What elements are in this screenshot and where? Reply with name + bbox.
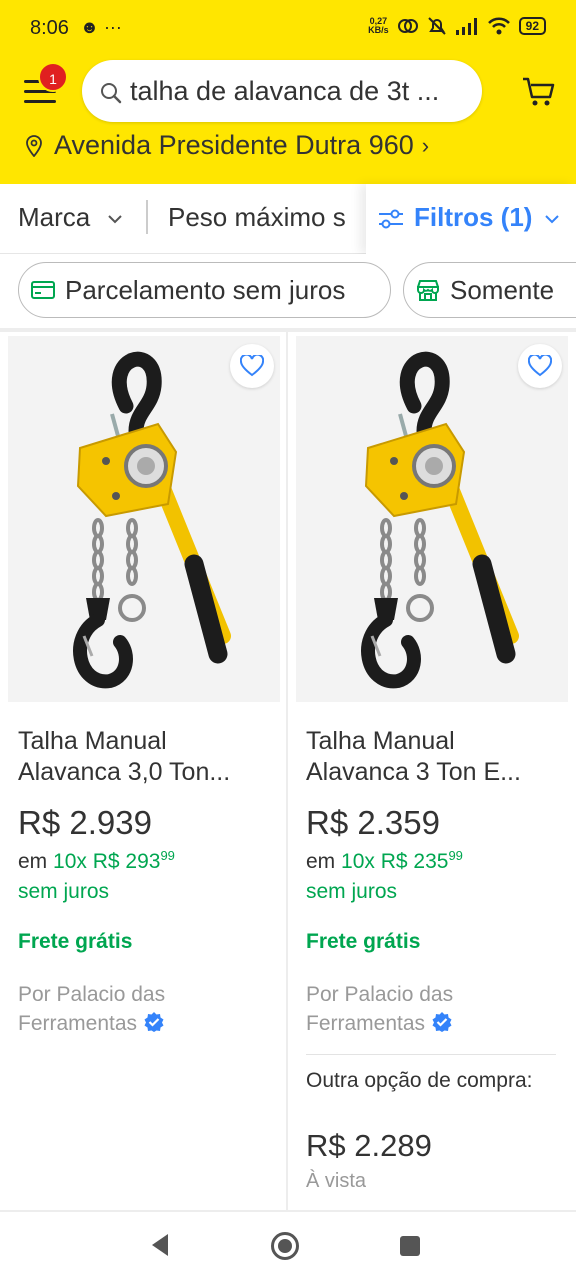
status-bar: 8:06 ☻ ··· 0,27 KB/s 92 <box>0 0 576 58</box>
product-title-line: Alavanca 3,0 Ton... <box>18 758 231 786</box>
recents-icon[interactable] <box>398 1234 422 1258</box>
system-nav-bar <box>0 1212 576 1280</box>
filters-button[interactable]: Filtros (1) <box>366 184 576 254</box>
seller-line: Por Palacio das <box>306 983 454 1006</box>
heart-icon <box>528 355 552 377</box>
chip-only-store[interactable]: Somente <box>403 262 576 318</box>
shipping-address[interactable]: Avenida Presidente Dutra 960 › <box>26 130 429 161</box>
chevron-down-icon <box>108 215 123 224</box>
brand-filter[interactable]: Marca <box>18 202 123 233</box>
installments-value: 10x R$ 293 <box>53 850 161 873</box>
menu-icon-bar <box>24 100 56 103</box>
max-weight-filter[interactable]: Peso máximo s <box>168 202 346 233</box>
mute-icon <box>427 17 446 35</box>
seller-info: Por Palacio das Ferramentas <box>18 980 258 1038</box>
product-card[interactable]: Talha Manual Alavanca 3 Ton E... R$ 2.35… <box>288 332 576 1210</box>
network-speed-unit: KB/s <box>368 25 389 35</box>
product-price: R$ 2.939 <box>18 804 152 841</box>
cart-icon[interactable] <box>522 76 556 108</box>
filter-bar: Marca Peso máximo s Filtros (1) <box>0 184 576 254</box>
product-card[interactable]: Talha Manual Alavanca 3,0 Ton... R$ 2.93… <box>0 332 286 1210</box>
address-text: Avenida Presidente Dutra 960 <box>54 130 414 160</box>
product-image[interactable] <box>8 336 280 702</box>
notification-icons: ☻ ··· <box>80 17 122 37</box>
free-shipping-label: Frete grátis <box>306 930 421 953</box>
chip-installments[interactable]: Parcelamento sem juros <box>18 262 391 318</box>
chevron-down-icon <box>545 215 559 224</box>
brand-filter-label: Marca <box>18 202 91 232</box>
verified-badge-icon <box>432 1012 452 1032</box>
product-title-line: Alavanca 3 Ton E... <box>306 758 521 786</box>
seller-name: Ferramentas <box>306 1012 426 1035</box>
filters-label: Filtros (1) <box>414 202 533 232</box>
chip-installments-label: Parcelamento sem juros <box>65 274 346 305</box>
installments-cents: 99 <box>448 848 463 863</box>
signal-icon <box>455 18 477 35</box>
product-title[interactable]: Talha Manual Alavanca 3 Ton E... <box>306 726 556 788</box>
home-icon[interactable] <box>270 1231 300 1261</box>
sliders-icon <box>379 209 403 229</box>
lever-hoist-image <box>8 336 280 702</box>
back-icon[interactable] <box>148 1232 172 1258</box>
wifi-icon <box>487 17 510 35</box>
installments-value: 10x R$ 235 <box>341 850 449 873</box>
divider <box>306 1054 556 1055</box>
other-purchase-option[interactable]: Outra opção de compra: <box>306 1066 536 1095</box>
no-interest-label: sem juros <box>18 880 110 903</box>
installments: em 10x R$ 29399 <box>18 848 175 874</box>
chip-only-store-label: Somente <box>450 274 555 305</box>
max-weight-filter-label: Peso máximo s <box>168 202 346 232</box>
notification-badge: 1 <box>38 62 68 92</box>
network-speed: 0,27 KB/s <box>368 17 389 35</box>
favorite-button[interactable] <box>230 344 274 388</box>
app-header: 8:06 ☻ ··· 0,27 KB/s 92 1 talha de alava… <box>0 0 576 184</box>
product-title-line: Talha Manual <box>18 727 167 755</box>
no-interest-label: sem juros <box>306 880 398 903</box>
card-icon <box>31 281 55 299</box>
installments-cents: 99 <box>160 848 175 863</box>
link-icon <box>397 19 418 33</box>
location-pin-icon <box>26 134 42 157</box>
installments-prefix: em <box>306 850 336 873</box>
verified-badge-icon <box>144 1012 164 1032</box>
favorite-button[interactable] <box>518 344 562 388</box>
other-option-price: R$ 2.289 <box>306 1128 432 1163</box>
seller-name: Ferramentas <box>18 1012 138 1035</box>
seller-info: Por Palacio das Ferramentas <box>306 980 546 1038</box>
status-right-icons: 0,27 KB/s 92 <box>368 16 546 36</box>
filter-divider <box>146 200 148 234</box>
chevron-right-icon: › <box>421 132 430 158</box>
quick-filter-chips: Parcelamento sem juros Somente <box>0 254 576 328</box>
installments-prefix: em <box>18 850 48 873</box>
battery-indicator: 92 <box>518 17 546 35</box>
other-option-note: À vista <box>306 1170 367 1192</box>
seller-line: Por Palacio das <box>18 983 166 1006</box>
search-icon <box>101 83 122 104</box>
installments: em 10x R$ 23599 <box>306 848 463 874</box>
store-icon <box>417 280 439 301</box>
status-time: 8:06 <box>30 17 69 39</box>
heart-icon <box>240 355 264 377</box>
product-title[interactable]: Talha Manual Alavanca 3,0 Ton... <box>18 726 268 788</box>
product-title-line: Talha Manual <box>306 727 455 755</box>
search-input[interactable]: talha de alavanca de 3t ... <box>82 60 482 122</box>
search-query: talha de alavanca de 3t ... <box>130 76 440 106</box>
product-image[interactable] <box>296 336 568 702</box>
product-price: R$ 2.359 <box>306 804 440 841</box>
free-shipping-label: Frete grátis <box>18 930 133 953</box>
lever-hoist-image <box>296 336 568 702</box>
